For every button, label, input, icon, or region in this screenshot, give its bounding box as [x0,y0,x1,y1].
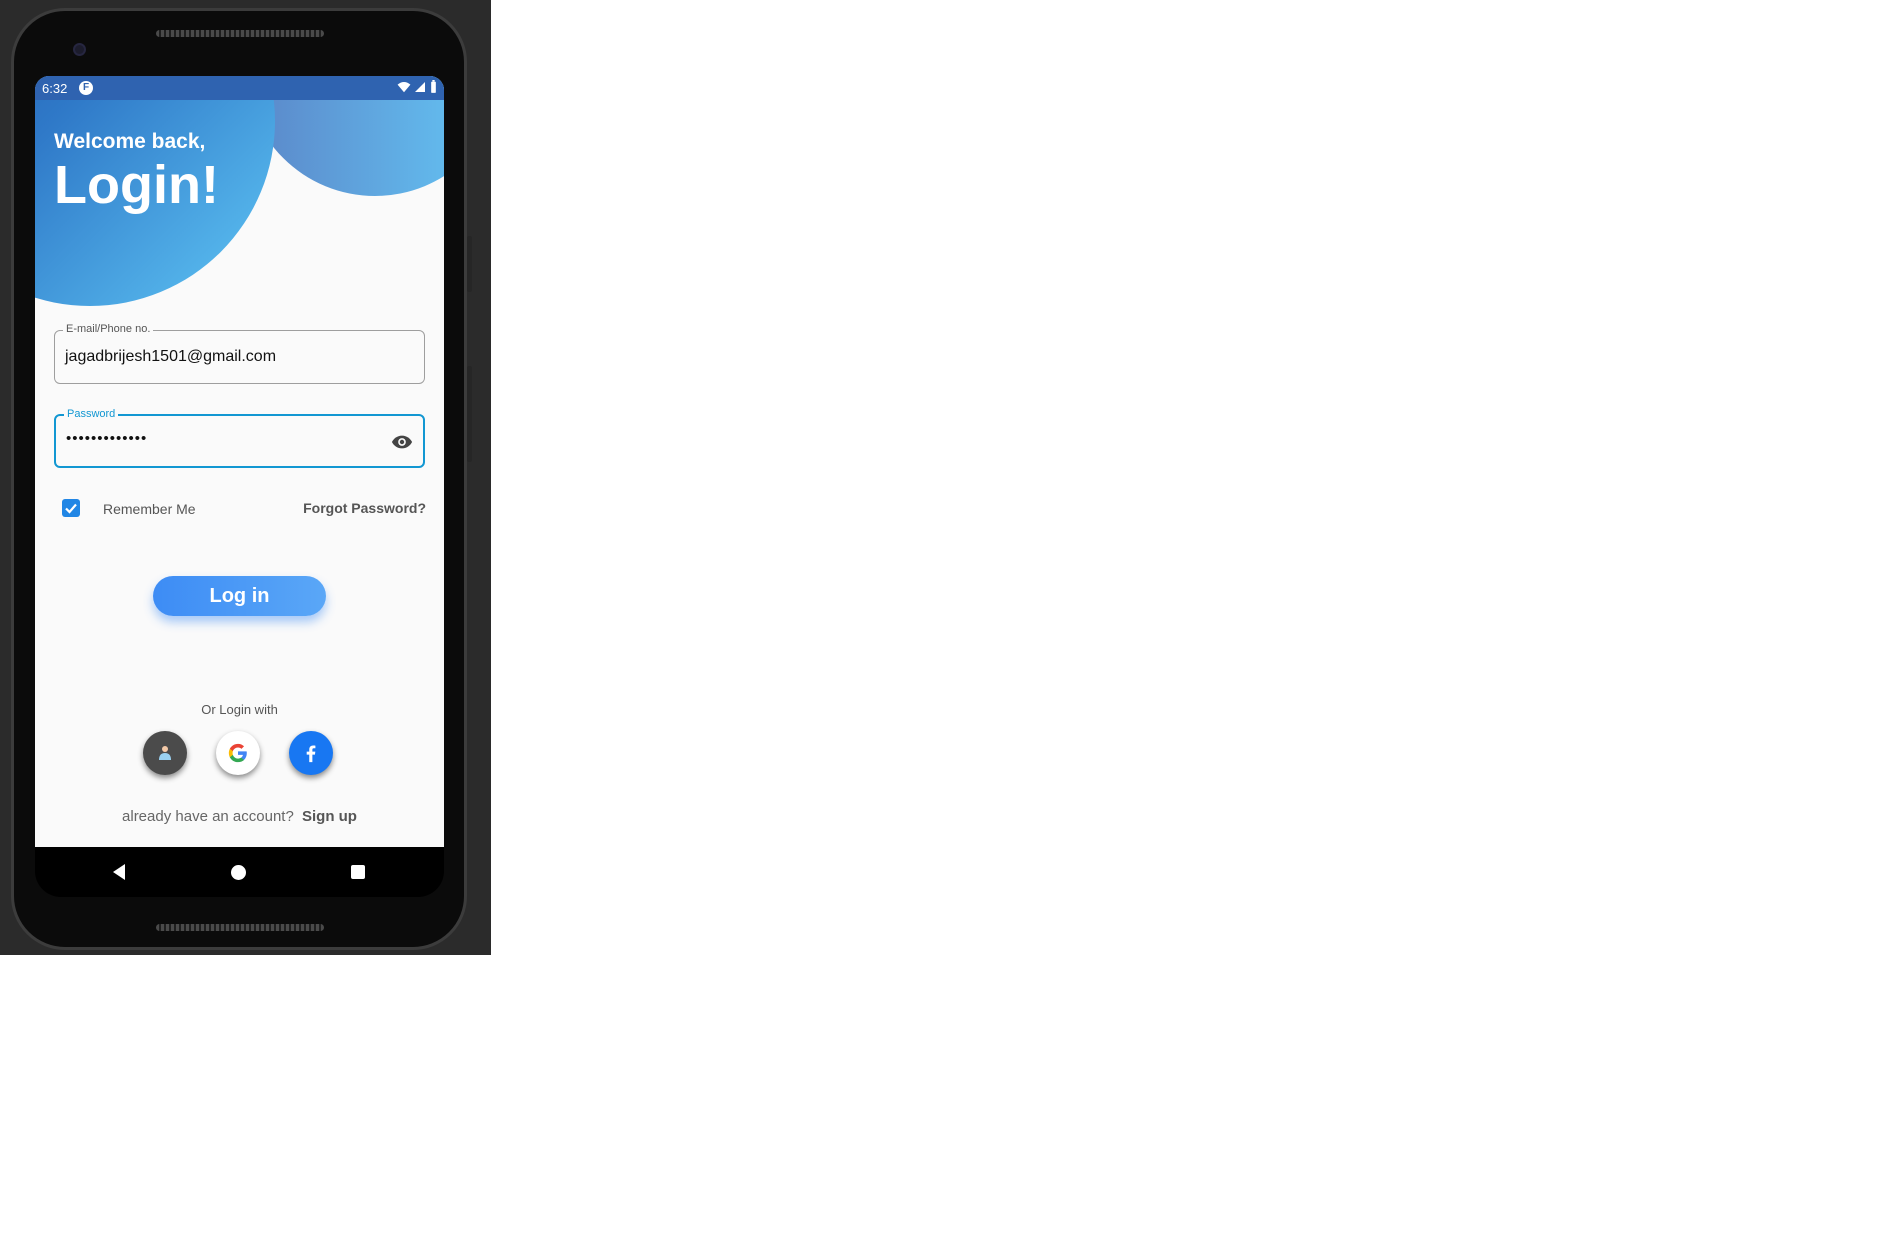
top-speaker [156,30,324,37]
check-icon [65,503,77,514]
signup-prompt: already have an account? [122,808,294,825]
facebook-login-button[interactable] [289,731,333,775]
status-icons [397,80,438,94]
notification-app-icon: F [79,81,93,95]
battery-icon [431,80,436,93]
password-label: Password [64,408,119,420]
email-field[interactable]: E-mail/Phone no. jagadbrijesh1501@gmail.… [54,323,425,384]
eye-icon[interactable] [391,431,413,453]
password-value[interactable]: ••••••••••••• [66,430,147,447]
email-label: E-mail/Phone no. [63,323,154,335]
power-button[interactable] [467,236,472,292]
wifi-icon [397,82,411,93]
volume-button[interactable] [467,366,472,462]
page-title: Login! [54,155,219,215]
or-login-caption: Or Login with [201,702,278,717]
google-login-button[interactable] [216,731,260,775]
email-value[interactable]: jagadbrijesh1501@gmail.com [65,348,276,366]
forgot-password-link[interactable]: Forgot Password? [303,500,426,516]
status-time: 6:32 [42,81,68,96]
status-bar: 6:32 F [35,76,444,100]
password-field[interactable]: Password ••••••••••••• [54,408,425,468]
app-screen: 6:32 F Welcome back, Login! E-mail/Phone… [35,76,444,847]
login-button[interactable]: Log in [153,576,326,616]
person-icon [159,746,171,760]
welcome-text: Welcome back, [54,130,206,153]
signal-icon [415,82,425,92]
signup-row: already have an account? Sign up [35,808,444,825]
home-icon[interactable] [231,865,246,880]
google-icon [228,743,247,763]
signup-link[interactable]: Sign up [302,808,357,825]
front-camera [73,43,86,56]
anonymous-login-button[interactable] [143,731,187,775]
navigation-bar [35,847,444,897]
facebook-icon [306,745,316,763]
back-icon[interactable] [111,863,127,881]
recents-icon[interactable] [351,865,365,879]
remember-checkbox[interactable] [62,499,80,517]
bottom-speaker [156,924,324,931]
remember-label[interactable]: Remember Me [103,501,196,517]
